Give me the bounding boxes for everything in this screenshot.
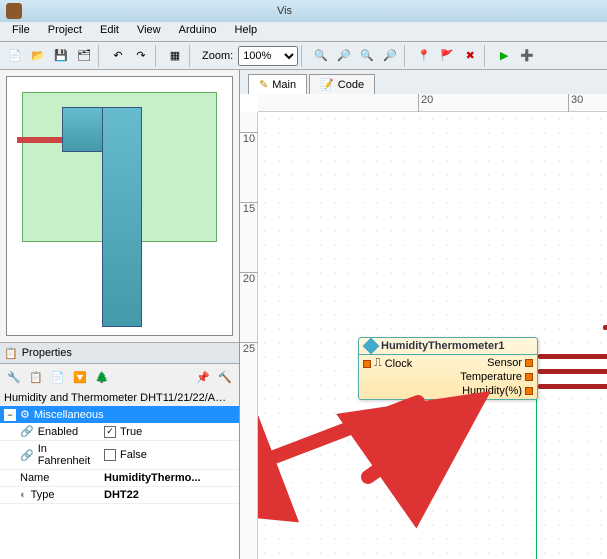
toolbar: 📄 📂 💾 🗂 ↶ ↷ ▦ Zoom: 100% 🔍 🔎 🔍 🔎 📍 🚩 ✖ ▶…	[0, 42, 607, 70]
menu-bar: File Project Edit View Arduino Help	[0, 22, 607, 42]
app-icon	[6, 3, 22, 19]
zoom-label: Zoom:	[202, 50, 233, 62]
prop-paste-icon[interactable]: 📄	[48, 367, 68, 387]
properties-path: Humidity and Thermometer DHT11/21/22/AM2…	[0, 390, 239, 406]
zoom-fit-icon[interactable]: 🔍	[356, 45, 378, 67]
undo-icon[interactable]: ↶	[107, 45, 129, 67]
delete-icon[interactable]: ✖	[459, 45, 481, 67]
port-clock[interactable]: ⎍Clock	[363, 357, 412, 370]
link-icon: 🔗	[20, 425, 34, 438]
prop-copy-icon[interactable]: 📋	[26, 367, 46, 387]
clock-icon: ⎍	[374, 357, 382, 370]
save-all-icon[interactable]: 🗂	[73, 45, 95, 67]
new-file-icon[interactable]: 📄	[4, 45, 26, 67]
property-category[interactable]: − ⚙ Miscellaneous	[0, 406, 239, 423]
properties-grid: − ⚙ Miscellaneous 🔗Enabled ✓True 🔗In Fah…	[0, 406, 239, 559]
type-icon: ◐	[20, 489, 27, 501]
zoom-out-icon[interactable]: 🔎	[333, 45, 355, 67]
pencil-icon: ✎	[259, 78, 268, 91]
grid-icon[interactable]: ▦	[164, 45, 186, 67]
preview-thumbnail[interactable]	[6, 76, 233, 336]
node-title: HumidityThermometer1	[359, 338, 537, 355]
zoom-in-icon[interactable]: 🔍	[310, 45, 332, 67]
left-pane: 📋 Properties 🔧 📋 📄 🔽 🌲 📌 🔨 Humidity and …	[0, 70, 240, 559]
canvas-area: ✎Main 📝Code 20 30 10 15 20 25	[240, 70, 607, 559]
collapse-icon[interactable]: −	[4, 409, 16, 421]
property-row-enabled[interactable]: 🔗Enabled ✓True	[0, 423, 239, 441]
prop-tree-icon[interactable]: 🌲	[92, 367, 112, 387]
port-temperature[interactable]: Temperature	[460, 371, 533, 383]
menu-help[interactable]: Help	[227, 22, 266, 41]
code-icon: 📝	[320, 78, 334, 91]
properties-header: 📋 Properties	[0, 342, 239, 364]
menu-arduino[interactable]: Arduino	[171, 22, 225, 41]
node-humidity-thermometer[interactable]: HumidityThermometer1 ⎍Clock Sensor Tempe…	[358, 337, 538, 400]
flag-icon[interactable]: 🚩	[436, 45, 458, 67]
property-row-fahrenheit[interactable]: 🔗In Fahrenheit False	[0, 441, 239, 470]
marker-icon[interactable]: 📍	[413, 45, 435, 67]
tabs: ✎Main 📝Code	[240, 70, 607, 94]
properties-toolbar: 🔧 📋 📄 🔽 🌲 📌 🔨	[0, 364, 239, 390]
properties-title: Properties	[22, 347, 72, 359]
gear-icon: ⚙	[20, 408, 30, 421]
link-icon: 🔗	[20, 449, 34, 462]
zoom-select[interactable]: 100%	[238, 46, 298, 66]
prop-tool-icon[interactable]: 🔧	[4, 367, 24, 387]
port-sensor[interactable]: Sensor	[460, 357, 533, 369]
prop-sort-icon[interactable]: 🔽	[70, 367, 90, 387]
checkbox-unchecked-icon[interactable]	[104, 449, 116, 461]
add-icon[interactable]: ➕	[516, 45, 538, 67]
category-label: Miscellaneous	[34, 409, 104, 421]
play-icon[interactable]: ▶	[493, 45, 515, 67]
titlebar: Vis	[0, 0, 607, 22]
checkbox-checked-icon[interactable]: ✓	[104, 426, 116, 438]
window-title: Vis	[28, 5, 601, 17]
properties-icon: 📋	[4, 347, 18, 360]
tab-code[interactable]: 📝Code	[309, 74, 375, 94]
prop-pin-icon[interactable]: 📌	[193, 367, 213, 387]
menu-file[interactable]: File	[4, 22, 38, 41]
annotation-arrow	[358, 397, 498, 490]
tab-main[interactable]: ✎Main	[248, 74, 307, 94]
property-row-type[interactable]: ◐Type DHT22	[0, 487, 239, 504]
property-row-name[interactable]: Name HumidityThermo...	[0, 470, 239, 487]
menu-project[interactable]: Project	[40, 22, 90, 41]
port-humidity[interactable]: Humidity(%)	[460, 385, 533, 397]
menu-edit[interactable]: Edit	[92, 22, 127, 41]
ruler-horizontal: 20 30	[258, 94, 607, 112]
design-canvas[interactable]: HumidityThermometer1 ⎍Clock Sensor Tempe…	[258, 112, 607, 559]
ruler-vertical: 10 15 20 25	[240, 112, 258, 559]
save-icon[interactable]: 💾	[50, 45, 72, 67]
open-icon[interactable]: 📂	[27, 45, 49, 67]
node-icon	[363, 338, 380, 355]
zoom-page-icon[interactable]: 🔎	[379, 45, 401, 67]
redo-icon[interactable]: ↷	[130, 45, 152, 67]
menu-view[interactable]: View	[129, 22, 169, 41]
prop-wrench-icon[interactable]: 🔨	[215, 367, 235, 387]
